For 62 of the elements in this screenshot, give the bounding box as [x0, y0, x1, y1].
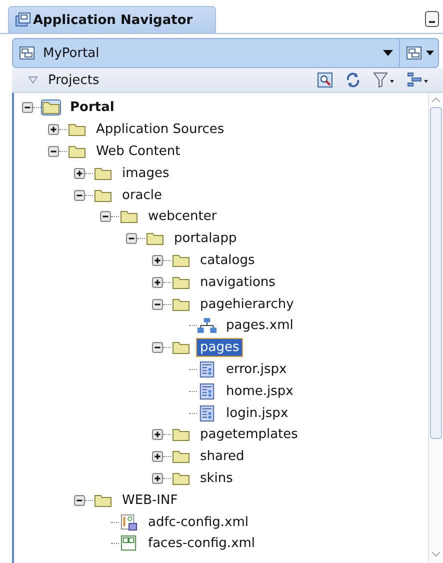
page-file-icon [197, 360, 217, 378]
project-folder-icon [41, 99, 61, 116]
caret-icon [426, 50, 434, 56]
tab-title: Application Navigator [33, 12, 193, 28]
folder-item[interactable]: portalapp [170, 229, 241, 248]
file-item[interactable]: faces-config.xml [144, 534, 260, 554]
section-title: Projects [48, 72, 100, 88]
config-file-icon [119, 514, 139, 531]
panel-tab[interactable]: Application Navigator [8, 6, 216, 33]
expand-toggle[interactable] [152, 276, 163, 288]
hierarchy-icon [197, 317, 217, 334]
sync-icon[interactable] [345, 72, 361, 88]
folder-item[interactable]: skins [196, 468, 237, 488]
expand-toggle[interactable] [74, 190, 85, 201]
expand-toggle[interactable] [152, 254, 163, 266]
file-item[interactable]: login.jspx [222, 404, 292, 423]
windows-icon [15, 12, 31, 28]
expand-toggle[interactable] [152, 451, 163, 462]
folder-item[interactable]: Application Sources [92, 120, 228, 140]
folder-item[interactable]: pages [196, 338, 244, 358]
expand-toggle[interactable] [74, 494, 85, 506]
application-icon [406, 45, 422, 61]
hierarchy-options-icon[interactable] [407, 72, 429, 88]
folder-icon [171, 448, 191, 466]
file-item[interactable]: home.jspx [222, 382, 298, 401]
folder-item[interactable]: Web Content [92, 142, 184, 161]
folder-item[interactable]: navigations [196, 272, 280, 292]
expand-toggle[interactable] [74, 168, 85, 179]
expand-toggle[interactable] [152, 298, 163, 310]
expand-toggle[interactable] [48, 146, 59, 157]
folder-item[interactable]: oracle [118, 186, 166, 205]
expand-toggle[interactable] [126, 233, 137, 244]
expand-toggle[interactable] [152, 429, 163, 440]
expand-toggle[interactable] [152, 342, 163, 354]
file-item[interactable]: error.jspx [222, 360, 291, 379]
folder-icon [67, 121, 87, 138]
folder-icon [171, 426, 191, 444]
folder-item[interactable]: images [118, 164, 174, 183]
folder-item[interactable]: catalogs [196, 250, 259, 270]
application-icon [19, 45, 35, 61]
folder-item[interactable]: pagetemplates [196, 425, 302, 444]
file-item[interactable]: adfc-config.xml [144, 512, 253, 532]
expand-toggle[interactable] [152, 472, 163, 484]
folder-item[interactable]: pagehierarchy [196, 294, 298, 314]
filter-icon[interactable] [373, 72, 395, 88]
folder-item[interactable]: Portal [66, 98, 118, 118]
page-file-icon [197, 404, 217, 422]
config-file-icon [119, 535, 139, 552]
folder-icon [119, 208, 139, 226]
file-item[interactable]: pages.xml [222, 316, 298, 336]
minimize-button[interactable] [425, 11, 439, 27]
expand-toggle[interactable] [22, 102, 33, 114]
expand-toggle[interactable] [100, 211, 111, 222]
caret-icon [383, 50, 393, 56]
search-icon[interactable] [317, 72, 333, 88]
folder-icon [145, 230, 165, 248]
page-file-icon [197, 382, 217, 400]
folder-icon [171, 339, 191, 356]
folder-item[interactable]: shared [196, 447, 248, 466]
folder-item[interactable]: webcenter [144, 207, 221, 226]
folder-item[interactable]: WEB-INF [118, 490, 182, 510]
expand-toggle[interactable] [48, 124, 59, 136]
